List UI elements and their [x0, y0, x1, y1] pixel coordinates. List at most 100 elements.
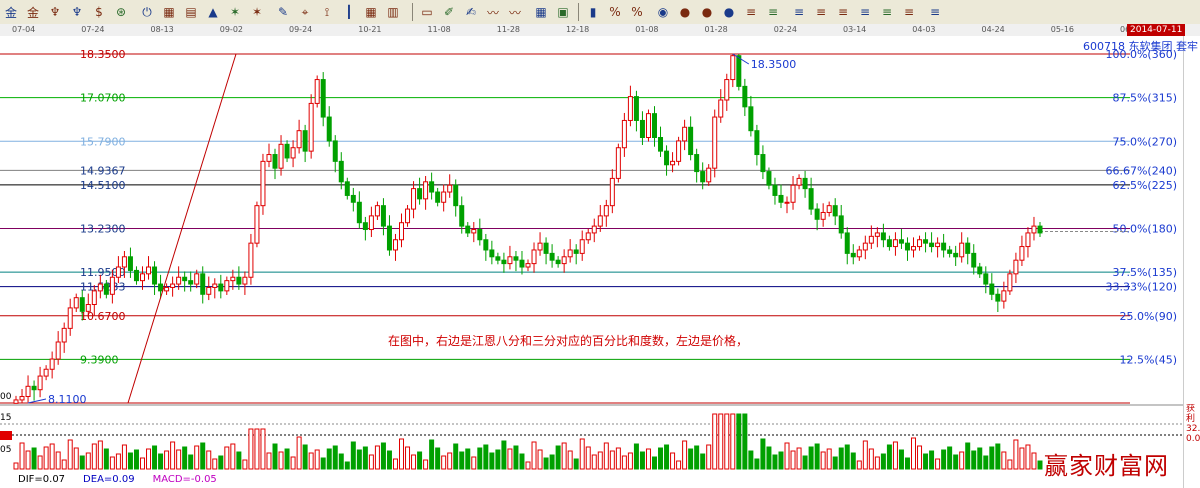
candle-body: [597, 215, 603, 227]
candle-body: [651, 113, 657, 139]
volume-bar: [742, 413, 748, 470]
grid-icon[interactable]: ▦: [362, 3, 380, 21]
bars-icon[interactable]: ▮: [584, 3, 602, 21]
volume-bar: [736, 413, 742, 470]
compass-icon[interactable]: ⊛: [112, 3, 130, 21]
text-icon[interactable]: ≡: [926, 3, 944, 21]
star-icon[interactable]: ✶: [226, 3, 244, 21]
currency-icon[interactable]: $: [90, 3, 108, 21]
volume-bar: [844, 444, 850, 470]
text-icon[interactable]: ≡: [834, 3, 852, 21]
candle-body: [13, 399, 19, 404]
star-icon[interactable]: ✶: [248, 3, 266, 21]
bar-icon[interactable]: ┃: [340, 3, 358, 21]
text-icon[interactable]: ≡: [900, 3, 918, 21]
gold-coin-icon[interactable]: 金: [24, 3, 42, 21]
candle-body: [730, 55, 736, 81]
volume-bar: [194, 445, 200, 470]
volume-bar: [772, 454, 778, 470]
candle-body: [139, 273, 145, 282]
stock-label: 600718 东软集团 套牢: [1083, 38, 1198, 54]
text-icon[interactable]: ≡: [812, 3, 830, 21]
cursor-icon[interactable]: ⌖: [296, 3, 314, 21]
volume-bar: [459, 451, 465, 470]
tuning-fork-icon[interactable]: ♆: [68, 3, 86, 21]
candle-body: [465, 225, 471, 234]
candle-body: [127, 256, 133, 271]
triangle-icon[interactable]: ▲: [204, 3, 222, 21]
text-icon[interactable]: ≡: [856, 3, 874, 21]
volume-bar: [374, 445, 380, 470]
book-icon[interactable]: ▥: [384, 3, 402, 21]
edit-icon[interactable]: ✍: [462, 3, 480, 21]
volume-bar: [507, 448, 513, 470]
gann-level-label: 62.5%(225): [1112, 179, 1177, 192]
pencil-icon[interactable]: ✐: [440, 3, 458, 21]
candle-body: [983, 273, 989, 285]
volume-bar: [260, 428, 266, 470]
candlestick-chart: 100.0%(360)87.5%(315)75.0%(270)66.67%(24…: [0, 48, 1183, 470]
volume-bar: [115, 453, 121, 470]
candle-body: [742, 85, 748, 108]
text-icon[interactable]: ≡: [790, 3, 808, 21]
percent-icon[interactable]: %: [606, 3, 624, 21]
volume-bar: [19, 442, 25, 470]
pen-icon[interactable]: ✎: [274, 3, 292, 21]
circle-icon[interactable]: ◉: [654, 3, 672, 21]
candle-body: [844, 232, 850, 254]
volume-bar: [754, 458, 760, 470]
grid-icon[interactable]: ▦: [160, 3, 178, 21]
power-icon[interactable]: ⏻: [138, 3, 156, 21]
grid-icon[interactable]: ▦: [532, 3, 550, 21]
volume-bar: [254, 428, 260, 470]
volume-axis-label: 15: [0, 413, 11, 423]
low-label: 8.1100: [48, 393, 87, 406]
volume-bar: [495, 449, 501, 470]
tuning-fork-icon[interactable]: ♆: [46, 3, 64, 21]
wave-icon[interactable]: 〰: [506, 3, 524, 21]
stock-extra: 套牢: [1176, 40, 1198, 53]
volume-bar: [995, 443, 1001, 470]
volume-bar: [911, 437, 917, 470]
candle-body: [995, 293, 1001, 302]
text-icon[interactable]: ≡: [878, 3, 896, 21]
candle-body: [567, 249, 573, 258]
coin-icon[interactable]: ●: [676, 3, 694, 21]
candle-body: [380, 205, 386, 227]
table-icon[interactable]: ▣: [554, 3, 572, 21]
candle-body: [549, 252, 555, 261]
volume-bar: [453, 443, 459, 470]
chart-annotation: 在图中，右边是江恩八分和三分对应的百分比和度数，左边是价格，: [388, 334, 749, 348]
volume-bar: [55, 451, 61, 470]
volume-bar: [441, 455, 447, 470]
text-icon[interactable]: ≡: [742, 3, 760, 21]
coin-icon[interactable]: ●: [698, 3, 716, 21]
date-tick: 04-24: [981, 25, 1005, 34]
candle-body: [296, 130, 302, 149]
candle-body: [911, 246, 917, 251]
volume-bar: [31, 447, 37, 470]
candle-body: [802, 177, 808, 190]
gann-level-label: 33.33%(120): [1105, 281, 1177, 294]
candle-body: [284, 143, 290, 159]
percent-icon[interactable]: %: [628, 3, 646, 21]
coin-icon[interactable]: ●: [720, 3, 738, 21]
gold-coin-icon[interactable]: 金: [2, 3, 20, 21]
candle-body: [146, 266, 152, 275]
volume-bar: [1031, 452, 1037, 470]
candle-body: [519, 259, 525, 268]
volume-bar: [139, 457, 145, 470]
candle-body: [856, 249, 862, 258]
candle-body: [79, 297, 85, 312]
volume-bar: [465, 448, 471, 470]
text-icon[interactable]: ≡: [764, 3, 782, 21]
date-tick: 03-14: [843, 25, 867, 34]
volume-bar: [543, 457, 549, 470]
bracket-icon[interactable]: ⟟: [318, 3, 336, 21]
candle-body: [453, 184, 459, 207]
chart-grid-icon[interactable]: ▤: [182, 3, 200, 21]
doc-icon[interactable]: ▭: [418, 3, 436, 21]
volume-bar: [236, 451, 242, 470]
wave-icon[interactable]: 〰: [484, 3, 502, 21]
candle-body: [874, 232, 880, 237]
